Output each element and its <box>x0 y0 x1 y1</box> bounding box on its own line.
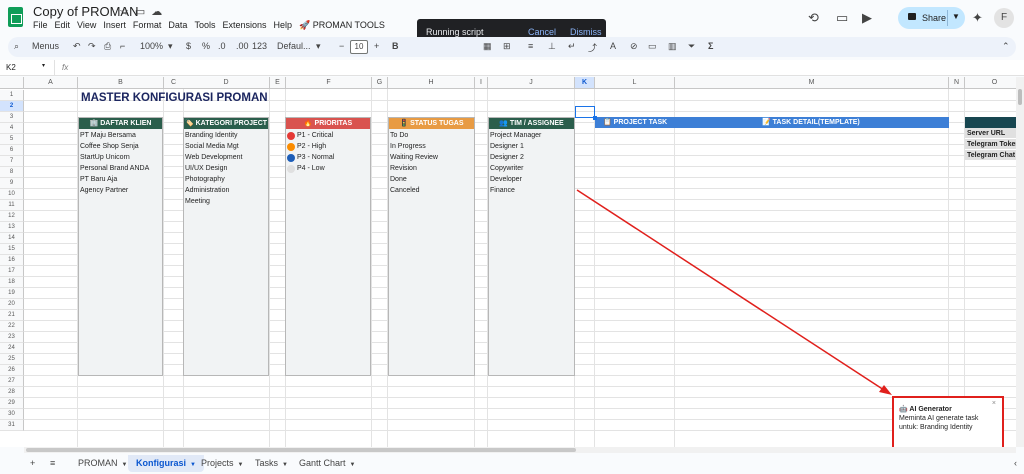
popup-title: 🤖 AI Generator <box>899 406 952 413</box>
all-sheets-button[interactable]: ≡ <box>42 455 63 472</box>
tab-gantt-chart[interactable]: Gantt Chart ▼ <box>291 455 363 472</box>
tab-projects[interactable]: Projects ▼ <box>193 455 251 472</box>
chevron-down-icon[interactable]: ▼ <box>238 462 244 468</box>
arrow-head <box>879 385 892 395</box>
annotation-arrow <box>576 189 892 395</box>
chevron-down-icon[interactable]: ▼ <box>350 462 356 468</box>
sidepanel-toggle-icon[interactable]: ‹ <box>1006 455 1024 472</box>
close-icon[interactable]: × <box>992 400 996 407</box>
arrow-line <box>576 189 885 391</box>
tab-proman[interactable]: PROMAN ▼ <box>70 455 135 472</box>
scroll-thumb[interactable] <box>1018 89 1022 105</box>
vertical-scrollbar[interactable] <box>1016 77 1024 447</box>
chevron-down-icon[interactable]: ▼ <box>122 462 128 468</box>
tab-tasks[interactable]: Tasks ▼ <box>247 455 296 472</box>
add-sheet-button[interactable]: + <box>22 455 43 472</box>
ai-generator-popup: × 🤖 AI Generator Meminta AI generate tas… <box>892 396 1004 454</box>
chevron-down-icon[interactable]: ▼ <box>282 462 288 468</box>
sheet-tabs: + ≡ PROMAN ▼ Konfigurasi ▼ Projects ▼ Tasks… <box>0 453 1024 472</box>
popup-message: Meminta AI generate task untuk: Branding… <box>899 415 979 431</box>
scroll-thumb[interactable] <box>26 448 576 452</box>
